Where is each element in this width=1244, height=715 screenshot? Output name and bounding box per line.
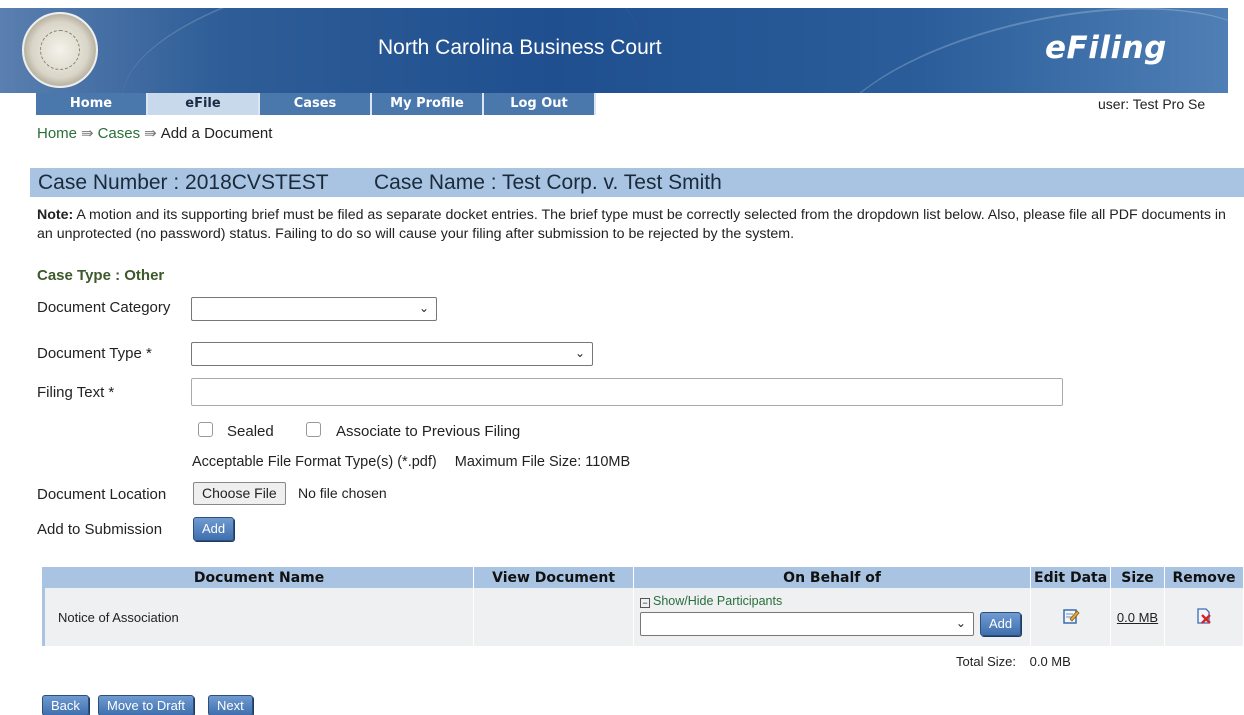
- filing-text-label: Filing Text *: [37, 384, 115, 401]
- sealed-label: Sealed: [227, 423, 274, 440]
- filing-text-input[interactable]: [191, 378, 1063, 406]
- note-label: Note:: [37, 207, 74, 223]
- breadcrumb-separator: ⇛: [144, 125, 157, 142]
- filing-note: Note: A motion and its supporting brief …: [37, 206, 1242, 244]
- table-row: Notice of Association − Show/Hide Partici…: [41, 588, 1244, 646]
- breadcrumb-separator: ⇛: [81, 125, 94, 142]
- file-format-info: Acceptable File Format Type(s) (*.pdf) M…: [192, 454, 630, 470]
- note-text: A motion and its supporting brief must b…: [37, 207, 1226, 242]
- chevron-down-icon: ⌄: [955, 616, 966, 630]
- document-type-select[interactable]: ⌄: [191, 342, 593, 366]
- add-submission-button[interactable]: Add: [193, 517, 235, 541]
- col-view-document: View Document: [473, 567, 634, 588]
- add-participant-button[interactable]: Add: [979, 612, 1022, 636]
- document-type-label: Document Type *: [37, 345, 152, 362]
- collapse-icon: −: [639, 598, 650, 608]
- case-number: Case Number : 2018CVSTEST: [38, 171, 329, 194]
- tab-cases[interactable]: Cases: [260, 93, 372, 115]
- chevron-down-icon: ⌄: [418, 301, 429, 315]
- edit-note-icon[interactable]: [1062, 607, 1080, 625]
- document-category-label: Document Category: [37, 299, 171, 316]
- view-document-cell: [473, 588, 634, 646]
- size-cell: 0.0 MB: [1110, 588, 1165, 646]
- total-size-label: Total Size:: [956, 654, 1016, 669]
- documents-table: Document Name View Document On Behalf of…: [41, 567, 1244, 646]
- show-hide-label: Show/Hide Participants: [652, 594, 783, 608]
- edit-data-cell: [1030, 588, 1112, 646]
- chevron-down-icon: ⌄: [574, 346, 585, 360]
- case-name: Case Name : Test Corp. v. Test Smith: [374, 171, 722, 194]
- choose-file-button[interactable]: Choose File: [193, 482, 286, 505]
- header-banner: North Carolina Business Court eFiling: [0, 8, 1228, 93]
- move-to-draft-button[interactable]: Move to Draft: [98, 695, 195, 715]
- col-edit-data: Edit Data: [1030, 567, 1112, 588]
- document-location-label: Document Location: [37, 486, 167, 503]
- breadcrumb-home[interactable]: Home: [37, 125, 77, 142]
- court-title: North Carolina Business Court: [378, 36, 662, 59]
- on-behalf-select[interactable]: ⌄: [639, 612, 974, 636]
- add-to-submission-label: Add to Submission: [37, 521, 163, 538]
- document-name-cell: Notice of Association: [41, 588, 475, 646]
- col-size: Size: [1110, 567, 1165, 588]
- max-size-text: Maximum File Size: 110MB: [454, 454, 631, 470]
- tab-log-out[interactable]: Log Out: [484, 93, 596, 115]
- document-category-select[interactable]: ⌄: [191, 297, 437, 321]
- next-button[interactable]: Next: [208, 695, 253, 715]
- table-header-row: Document Name View Document On Behalf of…: [41, 567, 1244, 588]
- state-seal-icon: [22, 12, 98, 88]
- case-type: Case Type : Other: [37, 267, 165, 284]
- size-link[interactable]: 0.0 MB: [1117, 610, 1158, 625]
- no-file-text: No file chosen: [298, 485, 387, 501]
- remove-cell: [1164, 588, 1244, 646]
- tab-my-profile[interactable]: My Profile: [372, 93, 484, 115]
- col-remove: Remove: [1164, 567, 1244, 588]
- efiling-logo: eFiling: [1045, 30, 1167, 66]
- show-hide-participants-link[interactable]: − Show/Hide Participants: [639, 594, 783, 608]
- tab-home[interactable]: Home: [36, 93, 148, 115]
- format-type-text: Acceptable File Format Type(s) (*.pdf): [192, 454, 437, 470]
- sealed-checkbox[interactable]: [198, 422, 213, 437]
- associate-label: Associate to Previous Filing: [336, 423, 521, 440]
- total-size: Total Size: 0.0 MB: [956, 654, 1071, 669]
- tab-efile[interactable]: eFile: [148, 93, 260, 115]
- on-behalf-cell: − Show/Hide Participants ⌄ Add: [633, 588, 1032, 646]
- user-label: user: Test Pro Se: [1098, 96, 1206, 112]
- col-document-name: Document Name: [41, 567, 475, 588]
- back-button[interactable]: Back: [42, 695, 89, 715]
- breadcrumb-current: Add a Document: [160, 125, 273, 142]
- remove-document-icon[interactable]: [1195, 607, 1213, 625]
- breadcrumb: Home ⇛ Cases ⇛ Add a Document: [37, 124, 272, 142]
- col-on-behalf-of: On Behalf of: [633, 567, 1032, 588]
- main-nav: Home eFile Cases My Profile Log Out: [36, 93, 596, 115]
- associate-checkbox[interactable]: [306, 422, 321, 437]
- case-header: Case Number : 2018CVSTEST Case Name : Te…: [30, 168, 1244, 197]
- breadcrumb-cases[interactable]: Cases: [98, 125, 141, 142]
- total-size-value: 0.0 MB: [1029, 654, 1071, 669]
